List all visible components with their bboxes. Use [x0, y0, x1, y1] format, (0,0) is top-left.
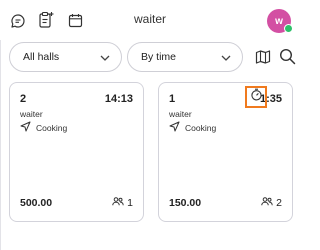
order-status: Cooking: [169, 121, 216, 134]
order-amount: 500.00: [20, 197, 53, 209]
guests-icon: [261, 197, 273, 209]
guests-icon: [112, 197, 124, 209]
stopwatch-icon[interactable]: [250, 88, 263, 106]
order-number: 2: [20, 93, 27, 105]
order-status-label: Cooking: [185, 122, 217, 133]
order-number: 1: [169, 93, 176, 105]
chevron-down-icon: [220, 52, 232, 67]
order-waiter: waiter: [20, 109, 43, 119]
page-title: waiter: [133, 12, 166, 26]
clipboard-add-icon[interactable]: [37, 10, 55, 30]
order-guests: 1: [112, 197, 133, 209]
order-guests: 2: [261, 197, 282, 209]
order-guests-count: 2: [276, 197, 282, 209]
order-guests-count: 1: [127, 197, 133, 209]
order-status-label: Cooking: [36, 122, 68, 133]
left-divider: [0, 40, 1, 250]
timer-highlight[interactable]: [245, 86, 267, 108]
top-bar: waiter w: [0, 0, 300, 38]
search-icon[interactable]: [278, 47, 296, 65]
online-status-dot: [284, 24, 293, 33]
order-amount: 150.00: [169, 197, 202, 209]
send-icon: [20, 121, 31, 134]
map-icon[interactable]: [254, 48, 272, 66]
chat-bubble-icon[interactable]: [9, 12, 27, 30]
sort-select-value: By time: [141, 51, 177, 63]
calendar-icon[interactable]: [66, 11, 84, 29]
chevron-down-icon: [99, 52, 111, 67]
order-time: 14:13: [104, 93, 133, 105]
halls-select-value: All halls: [23, 51, 60, 63]
order-status: Cooking: [20, 121, 67, 134]
order-card[interactable]: 1 1:35 waiter Cooking 150.00 2: [158, 82, 293, 222]
halls-select[interactable]: All halls: [9, 42, 122, 72]
send-icon: [169, 121, 180, 134]
order-card[interactable]: 2 14:13 waiter Cooking 500.00 1: [9, 82, 144, 222]
sort-select[interactable]: By time: [127, 42, 243, 72]
order-waiter: waiter: [169, 109, 192, 119]
